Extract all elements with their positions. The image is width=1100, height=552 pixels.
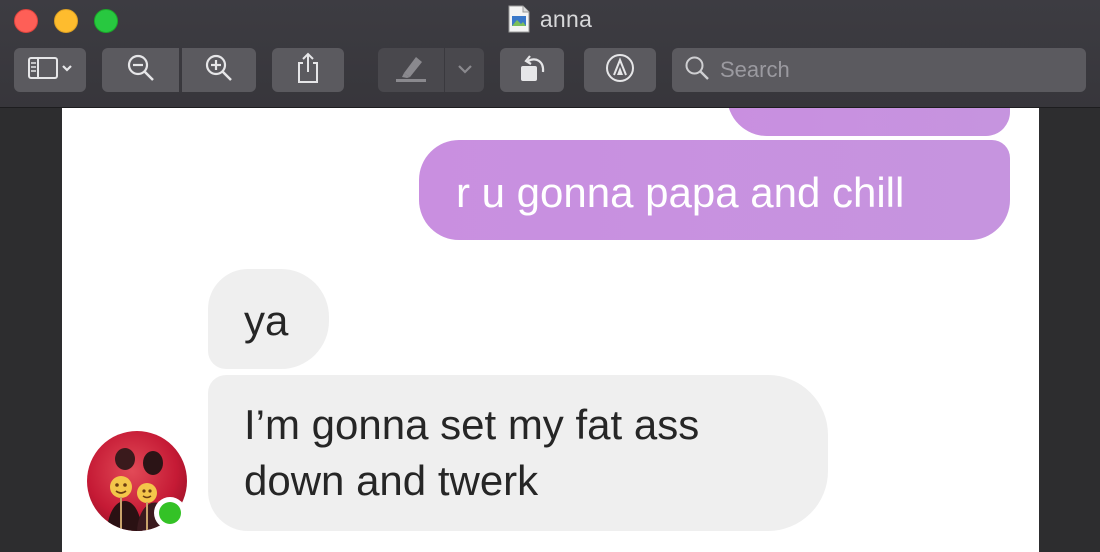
- message-text: ya: [244, 297, 289, 344]
- sidebar-icon: [27, 56, 73, 85]
- title-toolbar: anna: [0, 0, 1100, 108]
- share-icon: [295, 52, 321, 89]
- window-title-area: anna: [0, 5, 1100, 37]
- markup-icon: [605, 53, 635, 88]
- search-field[interactable]: [672, 48, 1086, 92]
- highlight-button[interactable]: [378, 48, 444, 92]
- zoom-in-button[interactable]: [182, 48, 256, 92]
- message-bubble-incoming-multiline: I’m gonna set my fat ass down and twerk: [208, 375, 828, 531]
- window-title: anna: [539, 5, 593, 32]
- highlighter-icon: [394, 53, 428, 88]
- sidebar-toggle-button[interactable]: [14, 48, 86, 92]
- document-icon: [508, 5, 530, 33]
- markup-button[interactable]: [584, 48, 656, 92]
- message-bubble-partial: [727, 108, 1010, 136]
- chevron-down-icon: [457, 61, 473, 79]
- preview-window: anna Search r u gonna papa and chill ya …: [0, 0, 1100, 552]
- highlight-options-button[interactable]: [445, 48, 484, 92]
- message-bubble-outgoing: r u gonna papa and chill: [419, 140, 1010, 240]
- zoom-out-button[interactable]: [102, 48, 179, 92]
- document-page: r u gonna papa and chill ya I’m gonna se…: [62, 108, 1039, 552]
- search-icon: [684, 55, 710, 86]
- rotate-icon: [516, 52, 548, 89]
- zoom-out-icon: [126, 53, 156, 88]
- zoom-in-icon: [204, 53, 234, 88]
- document-area[interactable]: r u gonna papa and chill ya I’m gonna se…: [0, 108, 1100, 552]
- share-button[interactable]: [272, 48, 344, 92]
- message-text-line: down and twerk: [244, 457, 539, 504]
- rotate-button[interactable]: [500, 48, 564, 92]
- message-bubble-incoming: ya: [208, 269, 329, 369]
- message-text: r u gonna papa and chill: [456, 169, 905, 216]
- online-status-dot: [159, 502, 181, 524]
- message-text-line: I’m gonna set my fat ass: [244, 401, 700, 448]
- presence-indicator: [154, 497, 186, 529]
- search-input[interactable]: [720, 57, 1080, 83]
